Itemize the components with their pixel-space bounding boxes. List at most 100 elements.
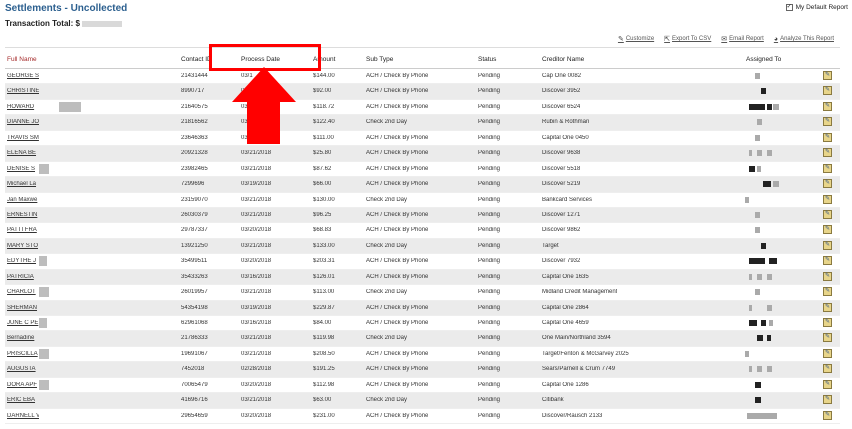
edit-icon[interactable]: ✎ xyxy=(823,209,832,219)
edit-icon[interactable]: ✎ xyxy=(823,410,832,420)
full-name-link[interactable]: AUGUSTA xyxy=(7,366,39,372)
edit-icon[interactable]: ✎ xyxy=(823,101,832,111)
column-assigned-to[interactable]: Assigned To xyxy=(746,56,781,63)
table-row[interactable]: AUGUSTA 7452018 02/28/2018 $191.25 ACH / Che… xyxy=(5,362,840,378)
sub-type-cell: ACH / Check By Phone xyxy=(366,304,429,311)
edit-icon[interactable]: ✎ xyxy=(823,287,832,297)
checkbox-icon[interactable]: ✓ xyxy=(785,4,793,11)
sub-type-cell: ACH / Check By Phone xyxy=(366,227,429,234)
full-name-link[interactable]: TRAVIS SM xyxy=(7,135,39,141)
sub-type-cell: ACH / Check By Phone xyxy=(366,258,429,265)
full-name-link[interactable]: PRISCILLA xyxy=(7,351,39,357)
table-row[interactable]: MARY STO 13921250 03/21/2018 $133.00 Check 2… xyxy=(5,238,840,255)
full-name-link[interactable]: EDYTHE J xyxy=(7,258,39,264)
edit-icon[interactable]: ✎ xyxy=(823,302,832,312)
table-row[interactable]: Jan Maxwe 23159070 03/21/2018 $130.00 Check … xyxy=(5,193,840,208)
edit-icon[interactable]: ✎ xyxy=(823,395,832,405)
full-name-link[interactable]: ERIC EBA xyxy=(7,397,39,403)
email-report-link[interactable]: ✉ Email Report xyxy=(721,35,764,43)
contact-id-cell: 21786333 xyxy=(181,335,208,342)
edit-icon[interactable]: ✎ xyxy=(823,148,832,158)
edit-icon[interactable]: ✎ xyxy=(823,240,832,250)
edit-icon[interactable]: ✎ xyxy=(823,348,832,358)
contact-id-cell: 7452018 xyxy=(181,366,205,373)
analyze-report-link[interactable]: ◕ Analyze This Report xyxy=(774,35,834,43)
assigned-to-redacted xyxy=(745,211,790,218)
full-name-link[interactable]: ERNESTIN xyxy=(7,212,39,218)
table-row[interactable]: PRISCILLA 19691067 03/21/2018 $208.50 ACH / … xyxy=(5,347,840,363)
table-row[interactable]: PATRICIA 35433263 03/16/2018 $126.01 ACH / C… xyxy=(5,269,840,286)
column-status[interactable]: Status xyxy=(478,56,496,63)
default-report-toggle[interactable]: ✓ My Default Report xyxy=(785,4,848,11)
table-row[interactable]: ELENA BE 20921328 03/21/2018 $25.80 ACH / Ch… xyxy=(5,146,840,162)
amount-cell: $63.00 xyxy=(313,397,332,404)
table-row[interactable]: DIANNE JO2181656203/1$122.40Check 2nd Da… xyxy=(5,115,840,131)
full-name-link[interactable]: Bernadine xyxy=(7,335,39,341)
edit-icon[interactable]: ✎ xyxy=(823,132,832,142)
column-creditor-name[interactable]: Creditor Name xyxy=(542,56,584,63)
table-row[interactable]: Michael La 7299696 03/19/2018 $66.00 ACH / C… xyxy=(5,177,840,193)
full-name-link[interactable]: DENISE S xyxy=(7,166,39,172)
status-cell: Pending xyxy=(478,412,501,419)
table-row[interactable]: EDYTHE J 35499511 03/20/2018 $203.31 ACH / C… xyxy=(5,254,840,270)
customize-link[interactable]: ✎ Customize xyxy=(618,35,654,43)
table-row[interactable]: DENISE S 23982465 03/21/2018 $87.62 ACH / Ch… xyxy=(5,162,840,178)
full-name-link[interactable]: JUNE C PE xyxy=(7,320,39,326)
full-name-link[interactable]: Michael La xyxy=(7,181,39,187)
table-row[interactable]: PATTI FRA 29787337 03/20/2018 $68.83 ACH / C… xyxy=(5,223,840,239)
full-name-link[interactable]: SHERMAN xyxy=(7,305,39,311)
full-name-link[interactable]: CHARLOT xyxy=(7,289,39,295)
edit-icon[interactable]: ✎ xyxy=(823,71,832,80)
full-name-link[interactable]: DIANNE JO xyxy=(7,119,39,125)
contact-id-cell: 29787337 xyxy=(181,227,208,234)
edit-icon[interactable]: ✎ xyxy=(823,256,832,266)
amount-cell: $133.00 xyxy=(313,242,335,249)
table-row[interactable]: CHARLOT 26019957 03/21/2018 $113.00 Check 2n… xyxy=(5,285,840,301)
table-row[interactable]: JUNE C PE 62961068 03/16/2018 $84.00 ACH / C… xyxy=(5,316,840,332)
amount-cell: $144.00 xyxy=(313,73,335,79)
table-row[interactable]: Bernadine 21786333 03/21/2018 $119.98 Check … xyxy=(5,331,840,347)
column-contact-id[interactable]: Contact ID xyxy=(181,56,212,63)
table-row[interactable]: HOWARD2164057503/1$118.72ACH / Check By … xyxy=(5,100,840,116)
creditor-name-cell: Cap One 0082 xyxy=(542,73,582,79)
table-row[interactable]: ERIC EBA 41696716 03/21/2018 $63.00 Check 2n… xyxy=(5,393,840,409)
edit-icon[interactable]: ✎ xyxy=(823,225,832,235)
full-name-link[interactable]: PATTI FRA xyxy=(7,227,39,233)
full-name-link[interactable]: CHRISTINE xyxy=(7,88,39,94)
table-row[interactable]: GEORGE S 21431444 03/1 $144.00 ACH / Check B… xyxy=(5,69,840,85)
full-name-link[interactable]: GEORGE S xyxy=(7,73,39,79)
edit-icon[interactable]: ✎ xyxy=(823,194,832,204)
redacted-total xyxy=(81,20,122,27)
full-name-link[interactable]: Jan Maxwe xyxy=(7,197,39,203)
edit-icon[interactable]: ✎ xyxy=(823,117,832,127)
contact-id-cell: 35499511 xyxy=(181,258,208,265)
full-name-link[interactable]: MARY STO xyxy=(7,243,39,249)
table-row[interactable]: SHERMAN 54354198 03/19/2018 $229.87 ACH / Ch… xyxy=(5,300,840,316)
full-name-link[interactable]: ELENA BE xyxy=(7,150,39,156)
table-row[interactable]: ERNESTIN 26030379 03/21/2018 $96.25 ACH / Ch… xyxy=(5,207,840,224)
status-cell: Pending xyxy=(478,258,501,265)
assigned-to-redacted xyxy=(745,412,790,419)
amount-cell: $119.98 xyxy=(313,335,335,342)
edit-icon[interactable]: ✎ xyxy=(823,379,832,389)
edit-icon[interactable]: ✎ xyxy=(823,318,832,327)
full-name-link[interactable]: HOWARD xyxy=(7,104,39,110)
full-name-link[interactable]: DARNELL V xyxy=(7,413,39,419)
edit-icon[interactable]: ✎ xyxy=(823,364,832,374)
redacted-name xyxy=(39,348,49,359)
table-row[interactable]: TRAVIS SM2364636303/1$111.00ACH / Check … xyxy=(5,131,840,147)
full-name-link[interactable]: DORA APF xyxy=(7,382,39,388)
edit-icon[interactable]: ✎ xyxy=(823,271,832,281)
full-name-link[interactable]: PATRICIA xyxy=(7,274,39,280)
export-csv-link[interactable]: ⇱ Export To CSV xyxy=(664,35,711,43)
edit-icon[interactable]: ✎ xyxy=(823,86,832,96)
table-row[interactable]: DARNELL V 29654659 03/20/2018 $231.00 ACH / … xyxy=(5,409,840,425)
edit-icon[interactable]: ✎ xyxy=(823,179,832,189)
edit-icon[interactable]: ✎ xyxy=(823,333,832,343)
column-sub-type[interactable]: Sub Type xyxy=(366,56,393,63)
column-full-name[interactable]: Full Name xyxy=(7,56,37,63)
amount-cell: $87.62 xyxy=(313,165,332,172)
table-row[interactable]: DORA APF 70065479 03/20/2018 $112.98 ACH / C… xyxy=(5,378,840,394)
edit-icon[interactable]: ✎ xyxy=(823,163,832,173)
table-row[interactable]: CHRISTINE 8990717 03/1 $92.00 ACH / Check By… xyxy=(5,84,840,100)
